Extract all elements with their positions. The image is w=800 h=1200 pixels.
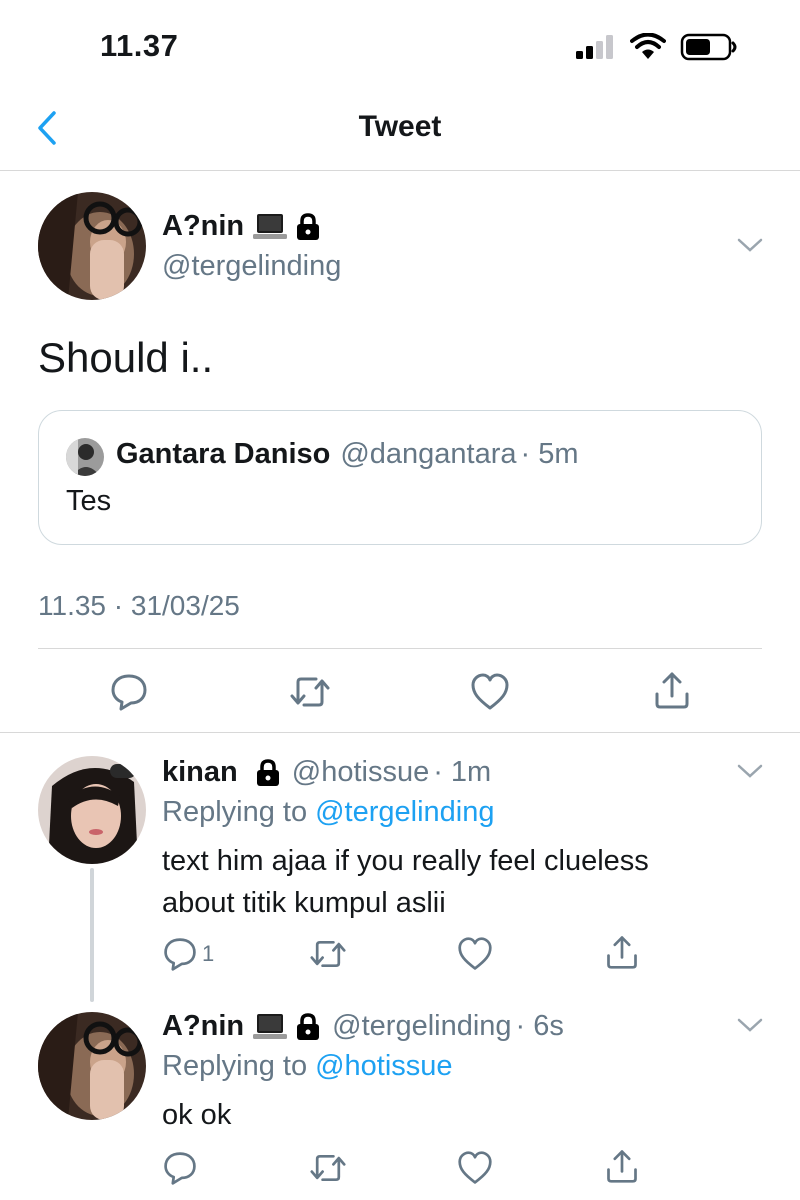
reply-text: text him ajaa if you really feel clueles… [162, 840, 649, 924]
replying-to: Replying to @hotissue [162, 1050, 453, 1083]
divider [38, 648, 762, 649]
page-title: Tweet [358, 110, 442, 143]
heart-icon[interactable] [457, 1150, 493, 1186]
status-time: 11.37 [100, 28, 179, 63]
reply-text-line: text him ajaa if you really feel clueles… [162, 845, 649, 877]
lock-icon [256, 758, 279, 786]
reply-time: · 1m [433, 756, 492, 788]
retweet-icon[interactable] [308, 936, 348, 972]
quoted-author-name: Gantara Daniso [116, 438, 331, 470]
quoted-text: Tes [66, 485, 112, 517]
replying-to-link[interactable]: @hotissue [315, 1050, 452, 1083]
share-icon[interactable] [604, 1148, 640, 1184]
tweet-text: Should i.. [38, 334, 214, 381]
wifi-icon [630, 33, 666, 59]
lock-icon [297, 1012, 320, 1040]
replying-prefix: Replying to [162, 1050, 308, 1082]
status-icons [574, 32, 738, 62]
quoted-avatar [66, 438, 104, 476]
share-icon[interactable] [652, 670, 692, 710]
chevron-down-icon[interactable] [736, 236, 764, 254]
section-divider [0, 732, 800, 733]
reply-text-line: about titik kumpul aslii [162, 887, 446, 919]
chevron-down-icon[interactable] [736, 762, 764, 780]
replying-prefix: Replying to [162, 796, 308, 828]
quoted-tweet-card[interactable] [38, 410, 762, 545]
thread-line [90, 868, 94, 1002]
author-name[interactable]: A?nin [162, 210, 244, 243]
battery-icon [680, 33, 737, 61]
replying-to: Replying to @tergelinding [162, 796, 494, 829]
quoted-author-row: Gantara Daniso @dangantara · 5m [116, 438, 579, 471]
retweet-icon[interactable] [308, 1150, 348, 1186]
reply-author-handle[interactable]: @tergelinding [332, 1010, 511, 1043]
reply-author-name[interactable]: A?nin [162, 1010, 244, 1043]
share-icon[interactable] [604, 934, 640, 970]
reply-icon[interactable] [109, 672, 149, 712]
reply-count: 1 [202, 941, 215, 966]
signal-icon [576, 35, 613, 59]
heart-icon[interactable] [470, 672, 510, 712]
avatar[interactable] [38, 192, 146, 300]
reply-author-row: A?nin @tergelinding · 6s [162, 1010, 564, 1043]
quoted-author-handle: @dangantara [340, 438, 517, 470]
retweet-icon[interactable] [288, 672, 332, 712]
replying-to-link[interactable]: @tergelinding [315, 796, 494, 829]
reply-author-name[interactable]: kinan [162, 756, 238, 789]
tweet-author-row: A?nin [162, 210, 322, 243]
quoted-time: · 5m [520, 438, 579, 470]
laptop-icon [253, 1013, 288, 1039]
chevron-down-icon[interactable] [736, 1016, 764, 1034]
reply-author-row: kinan @hotissue · 1m [162, 756, 491, 789]
reply-avatar[interactable] [38, 756, 146, 864]
lock-icon [297, 212, 320, 240]
tweet-timestamp: 11.35 · 31/03/25 [38, 590, 240, 621]
heart-icon[interactable] [457, 936, 493, 972]
reply-time: · 6s [515, 1010, 564, 1042]
laptop-icon [253, 213, 288, 239]
reply-avatar[interactable] [38, 1012, 146, 1120]
reply-text: ok ok [162, 1094, 231, 1136]
reply-author-handle[interactable]: @hotissue [292, 756, 429, 789]
reply-icon[interactable] [162, 1150, 198, 1186]
reply-button[interactable]: 1 [162, 936, 214, 972]
author-handle[interactable]: @tergelinding [162, 250, 341, 283]
nav-divider [0, 170, 800, 171]
reply-text-line: ok ok [162, 1099, 232, 1131]
reply-icon [164, 938, 196, 971]
